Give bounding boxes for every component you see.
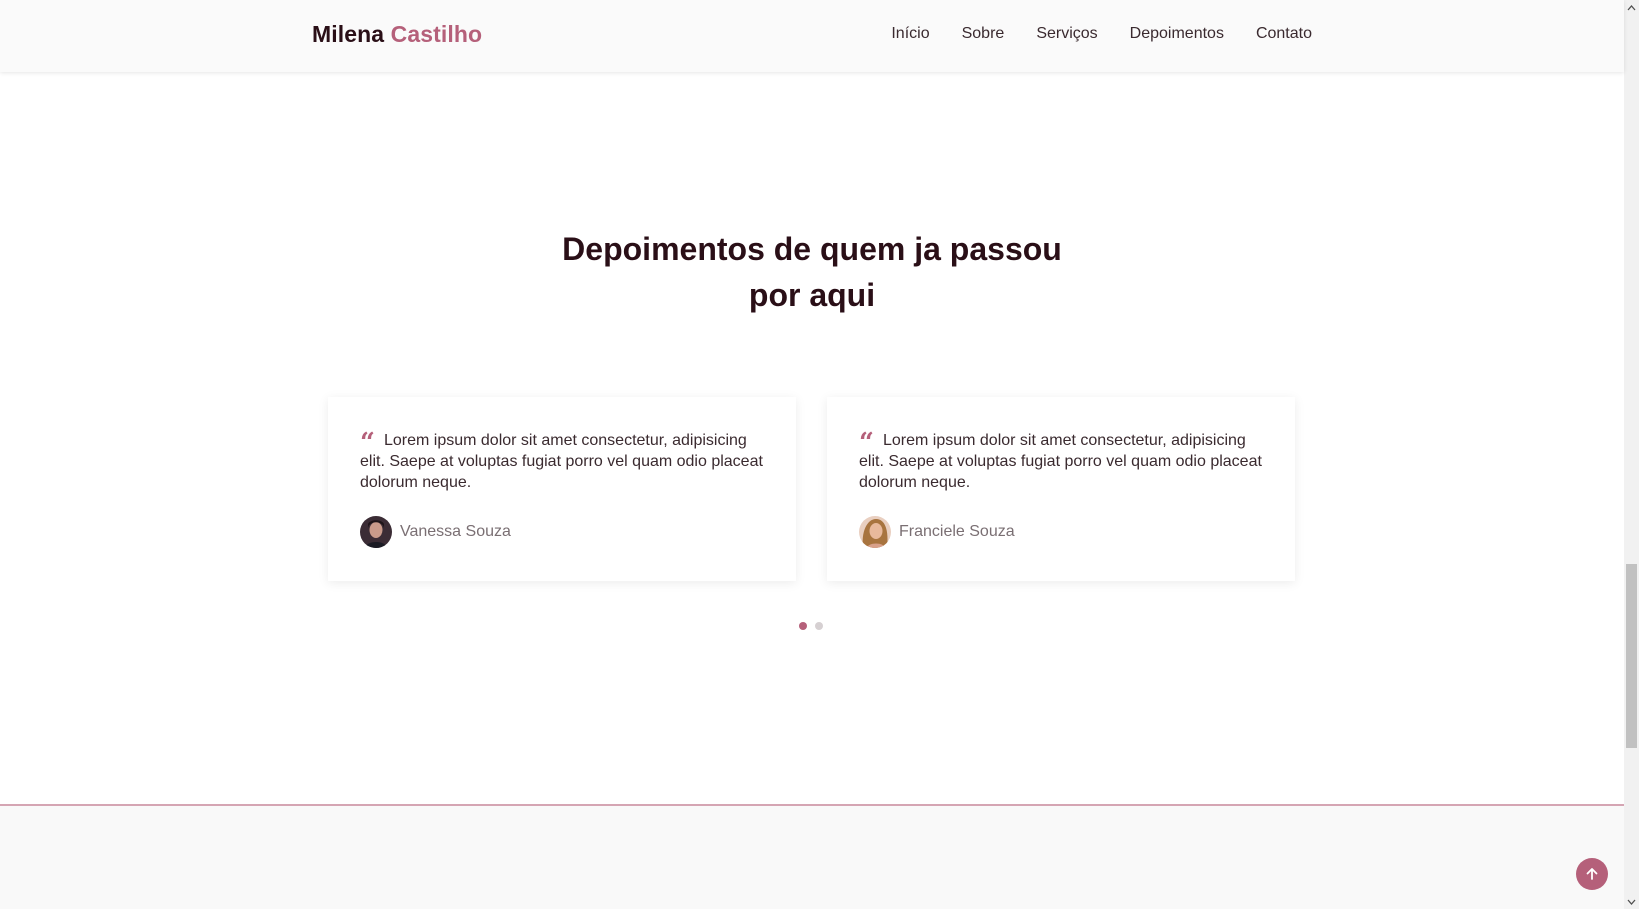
- nav-link-depoimentos[interactable]: Depoimentos: [1130, 25, 1224, 43]
- back-to-top-button[interactable]: [1576, 858, 1608, 890]
- quote-open-icon: “: [360, 428, 375, 458]
- vertical-scrollbar[interactable]: [1624, 0, 1639, 909]
- nav-link-inicio[interactable]: Início: [891, 25, 929, 43]
- nav-link-servicos[interactable]: Serviços: [1036, 25, 1097, 43]
- testimonial-quote: “Lorem ipsum dolor sit amet consectetur,…: [360, 430, 764, 493]
- testimonial-quote: “Lorem ipsum dolor sit amet consectetur,…: [859, 430, 1263, 493]
- nav-link-sobre[interactable]: Sobre: [962, 25, 1005, 43]
- author-name: Vanessa Souza: [400, 523, 511, 540]
- avatar: [859, 516, 891, 548]
- chevron-down-icon: [1627, 899, 1636, 905]
- testimonial-card[interactable]: “Lorem ipsum dolor sit amet consectetur,…: [328, 397, 796, 581]
- brand-last-name: Castilho: [390, 21, 483, 47]
- scrollbar-thumb[interactable]: [1626, 564, 1637, 748]
- section-title: Depoimentos de quem ja passou por aqui: [0, 226, 1624, 318]
- testimonial-author: Franciele Souza: [859, 516, 1263, 548]
- arrow-up-icon: [1586, 868, 1598, 880]
- chevron-up-icon: [1627, 4, 1636, 10]
- avatar: [360, 516, 392, 548]
- site-header: Milena Castilho Início Sobre Serviços De…: [0, 0, 1624, 72]
- pagination-dot-1[interactable]: [799, 622, 807, 630]
- main-nav: Início Sobre Serviços Depoimentos Contat…: [891, 25, 1312, 43]
- carousel-pagination: [799, 622, 823, 630]
- brand-logo[interactable]: Milena Castilho: [312, 21, 482, 48]
- section-title-line-2: por aqui: [748, 277, 876, 313]
- quote-open-icon: “: [859, 428, 874, 458]
- nav-link-contato[interactable]: Contato: [1256, 25, 1312, 43]
- footer: [0, 804, 1624, 909]
- testimonial-carousel[interactable]: “Lorem ipsum dolor sit amet consectetur,…: [328, 397, 1295, 581]
- brand-first-name: Milena: [312, 21, 385, 47]
- testimonial-text: Lorem ipsum dolor sit amet consectetur, …: [859, 432, 1262, 491]
- page: Milena Castilho Início Sobre Serviços De…: [0, 0, 1639, 909]
- pagination-dot-2[interactable]: [815, 622, 823, 630]
- section-title-line-1: Depoimentos de quem ja passou: [562, 231, 1062, 267]
- scroll-down-arrow[interactable]: [1624, 894, 1639, 909]
- testimonial-text: Lorem ipsum dolor sit amet consectetur, …: [360, 432, 763, 491]
- scroll-up-arrow[interactable]: [1624, 0, 1639, 15]
- testimonial-author: Vanessa Souza: [360, 516, 764, 548]
- author-name: Franciele Souza: [899, 523, 1015, 540]
- testimonial-card[interactable]: “Lorem ipsum dolor sit amet consectetur,…: [827, 397, 1295, 581]
